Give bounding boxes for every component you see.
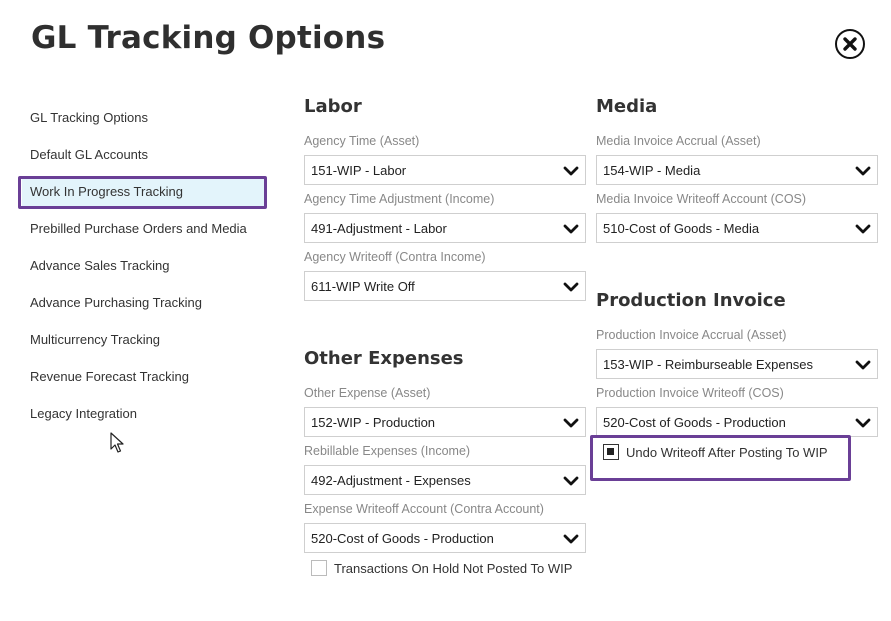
- media-invoice-writeoff-value: 510-Cost of Goods - Media: [603, 221, 760, 236]
- production-invoice-accrual-value: 153-WIP - Reimburseable Expenses: [603, 357, 814, 372]
- production-invoice-accrual-select[interactable]: 153-WIP - Reimburseable Expenses: [596, 349, 878, 379]
- expense-writeoff-account-label: Expense Writeoff Account (Contra Account…: [304, 502, 544, 516]
- agency-writeoff-value: 611-WIP Write Off: [311, 279, 415, 294]
- chevron-down-icon: [563, 282, 579, 292]
- mouse-cursor-icon: [110, 432, 124, 453]
- expense-writeoff-account-select[interactable]: 520-Cost of Goods - Production: [304, 523, 586, 553]
- checkbox-highlight-frame: [590, 435, 851, 481]
- sidebar-item-legacy-integration[interactable]: Legacy Integration: [30, 406, 137, 421]
- chevron-down-icon: [563, 224, 579, 234]
- production-invoice-section-title: Production Invoice: [596, 290, 786, 311]
- production-invoice-writeoff-select[interactable]: 520-Cost of Goods - Production: [596, 407, 878, 437]
- chevron-down-icon: [563, 476, 579, 486]
- sidebar-item-multicurrency-tracking[interactable]: Multicurrency Tracking: [30, 332, 160, 347]
- media-invoice-accrual-value: 154-WIP - Media: [603, 163, 701, 178]
- agency-writeoff-label: Agency Writeoff (Contra Income): [304, 250, 486, 264]
- agency-time-adjustment-value: 491-Adjustment - Labor: [311, 221, 447, 236]
- agency-time-adjustment-select[interactable]: 491-Adjustment - Labor: [304, 213, 586, 243]
- chevron-down-icon: [855, 418, 871, 428]
- other-expense-label: Other Expense (Asset): [304, 386, 431, 400]
- sidebar-item-advance-purchasing-tracking[interactable]: Advance Purchasing Tracking: [30, 295, 202, 310]
- agency-time-label: Agency Time (Asset): [304, 134, 420, 148]
- chevron-down-icon: [855, 360, 871, 370]
- media-invoice-writeoff-label: Media Invoice Writeoff Account (COS): [596, 192, 807, 206]
- sidebar-item-prebilled-purchase-orders-and-media[interactable]: Prebilled Purchase Orders and Media: [30, 221, 247, 236]
- sidebar-item-revenue-forecast-tracking[interactable]: Revenue Forecast Tracking: [30, 369, 189, 384]
- agency-time-adjustment-label: Agency Time Adjustment (Income): [304, 192, 495, 206]
- expense-writeoff-account-value: 520-Cost of Goods - Production: [311, 531, 494, 546]
- production-invoice-accrual-label: Production Invoice Accrual (Asset): [596, 328, 787, 342]
- production-invoice-writeoff-value: 520-Cost of Goods - Production: [603, 415, 786, 430]
- sidebar-item-default-gl-accounts[interactable]: Default GL Accounts: [30, 147, 148, 162]
- rebillable-expenses-label: Rebillable Expenses (Income): [304, 444, 471, 458]
- transactions-on-hold-checkbox[interactable]: [311, 560, 327, 576]
- close-button[interactable]: [835, 29, 865, 59]
- agency-writeoff-select[interactable]: 611-WIP Write Off: [304, 271, 586, 301]
- other-expenses-section-title: Other Expenses: [304, 348, 464, 369]
- production-invoice-writeoff-label: Production Invoice Writeoff (COS): [596, 386, 784, 400]
- other-expense-value: 152-WIP - Production: [311, 415, 436, 430]
- chevron-down-icon: [563, 534, 579, 544]
- agency-time-select[interactable]: 151-WIP - Labor: [304, 155, 586, 185]
- sidebar-item-advance-sales-tracking[interactable]: Advance Sales Tracking: [30, 258, 169, 273]
- media-invoice-accrual-select[interactable]: 154-WIP - Media: [596, 155, 878, 185]
- sidebar-item-gl-tracking-options[interactable]: GL Tracking Options: [30, 110, 148, 125]
- chevron-down-icon: [563, 418, 579, 428]
- chevron-down-icon: [855, 166, 871, 176]
- close-icon: [843, 37, 857, 51]
- page-title: GL Tracking Options: [31, 20, 386, 56]
- labor-section-title: Labor: [304, 96, 362, 117]
- chevron-down-icon: [563, 166, 579, 176]
- agency-time-value: 151-WIP - Labor: [311, 163, 407, 178]
- rebillable-expenses-select[interactable]: 492-Adjustment - Expenses: [304, 465, 586, 495]
- transactions-on-hold-label: Transactions On Hold Not Posted To WIP: [334, 561, 573, 576]
- other-expense-select[interactable]: 152-WIP - Production: [304, 407, 586, 437]
- chevron-down-icon: [855, 224, 871, 234]
- rebillable-expenses-value: 492-Adjustment - Expenses: [311, 473, 471, 488]
- media-section-title: Media: [596, 96, 658, 117]
- selection-highlight-frame: [18, 176, 267, 209]
- media-invoice-accrual-label: Media Invoice Accrual (Asset): [596, 134, 761, 148]
- media-invoice-writeoff-select[interactable]: 510-Cost of Goods - Media: [596, 213, 878, 243]
